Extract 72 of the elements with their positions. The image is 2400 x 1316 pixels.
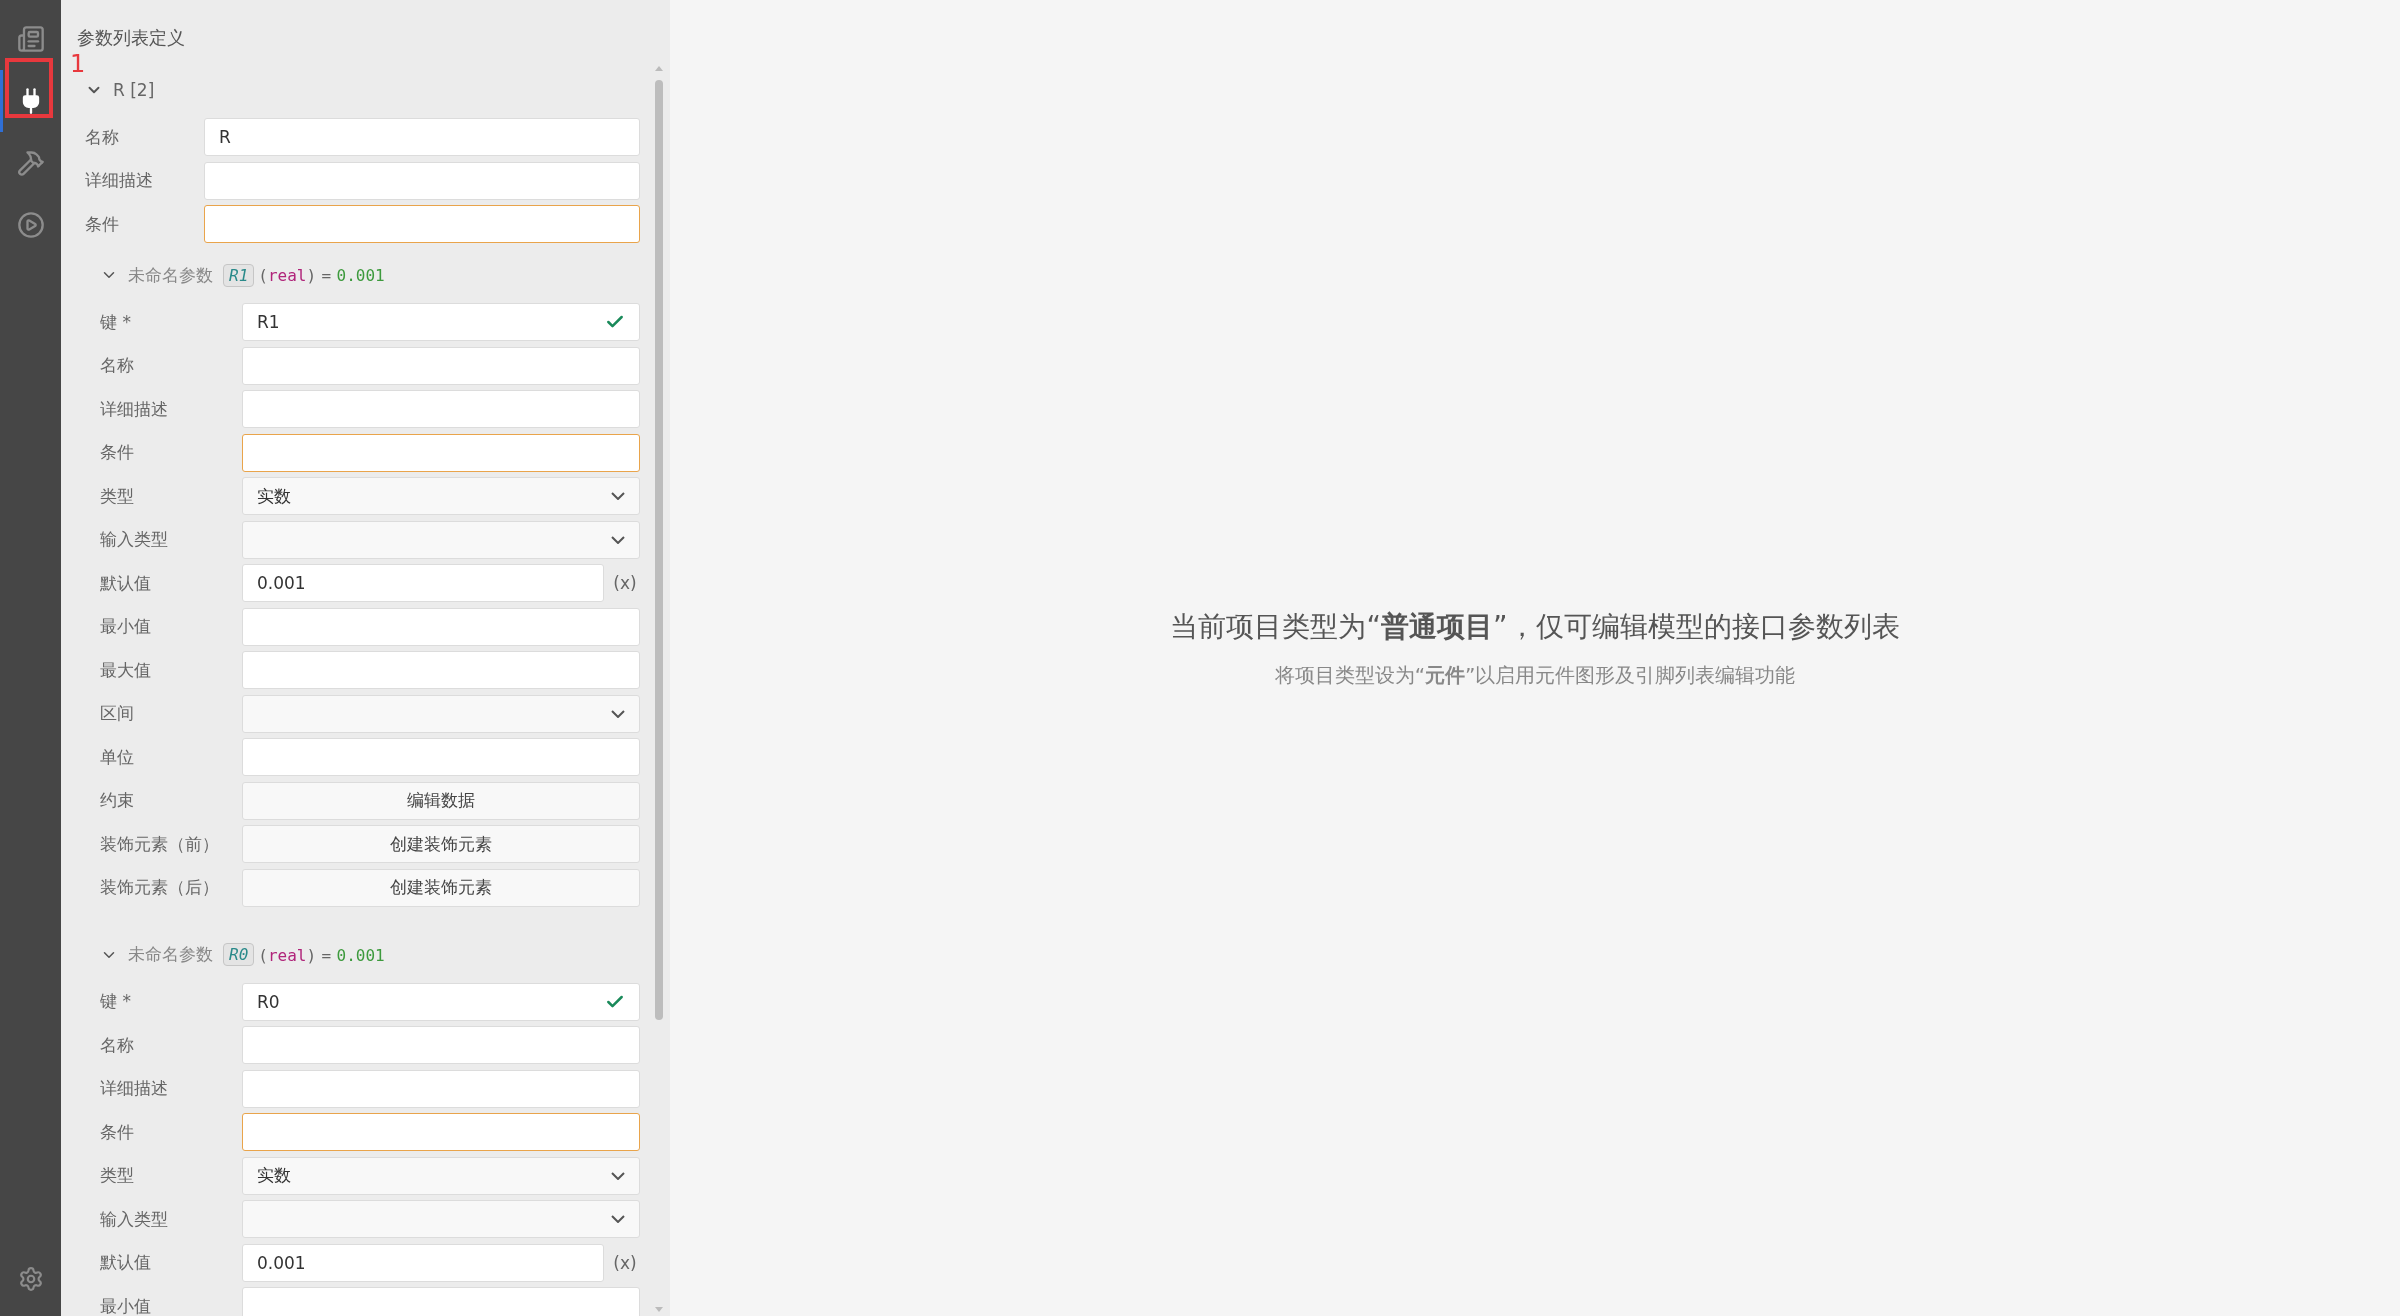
field-label: 区间 (100, 702, 135, 725)
input-field[interactable] (242, 390, 640, 428)
field-label: 类型 (100, 1164, 135, 1187)
field-label: 键 * (100, 310, 132, 334)
select-field[interactable] (242, 694, 640, 733)
type-signature: (real) = 0.001 (258, 944, 385, 965)
select-field[interactable]: 实数 (242, 477, 640, 515)
field-label: 类型 (100, 484, 135, 508)
parameter-title: 未命名参数 (128, 263, 213, 287)
action-button[interactable]: 创建装饰元素 (242, 868, 640, 907)
field-label: 条件 (100, 1120, 135, 1144)
chevron-down-icon (611, 535, 625, 544)
select-field[interactable] (242, 520, 640, 559)
input-field[interactable]: 0.001 (242, 564, 604, 602)
type-signature: (real) = 0.001 (258, 265, 385, 285)
chevron-down-icon (611, 709, 625, 718)
chevron-down-icon (611, 1215, 625, 1223)
select-field[interactable] (242, 1200, 640, 1238)
action-button[interactable]: 创建装饰元素 (242, 825, 640, 863)
input-field[interactable]: R0 (242, 982, 640, 1021)
expression-toggle[interactable]: (x) (610, 1252, 640, 1273)
input-field[interactable] (204, 161, 640, 200)
select-field[interactable]: 实数 (242, 1156, 640, 1195)
key-tag: R1 (223, 263, 255, 287)
settings-icon (17, 1266, 44, 1292)
field-label: 条件 (100, 441, 135, 464)
chevron-down-icon (611, 492, 625, 500)
input-field[interactable] (242, 738, 640, 776)
field-label: 名称 (100, 354, 135, 377)
field-label: 条件 (85, 212, 120, 236)
input-field[interactable] (242, 346, 640, 385)
field-label: 输入类型 (100, 528, 169, 551)
input-field[interactable]: 0.001 (242, 1243, 604, 1282)
input-field[interactable] (242, 1287, 640, 1316)
field-label: 名称 (100, 1033, 135, 1057)
input-field[interactable] (242, 1026, 640, 1064)
input-field[interactable] (242, 1069, 640, 1108)
play-icon (16, 211, 45, 239)
panel-title: 参数列表定义 (77, 26, 186, 50)
input-field[interactable] (204, 205, 640, 243)
field-label: 单位 (100, 745, 135, 769)
field-label: 最大值 (100, 658, 152, 682)
input-field[interactable] (242, 433, 640, 472)
field-label: 默认值 (100, 571, 152, 595)
field-label: 约束 (100, 789, 135, 812)
headline: 当前项目类型为“普通项目”，仅可编辑模型的接口参数列表 (1170, 608, 1900, 645)
input-field[interactable]: R (204, 118, 640, 156)
annotation-number: 1 (70, 50, 86, 78)
input-field[interactable] (242, 1113, 640, 1151)
action-button[interactable]: 编辑数据 (242, 781, 640, 820)
input-field[interactable] (242, 651, 640, 689)
field-label: 详细描述 (85, 169, 154, 192)
field-label: 详细描述 (100, 1077, 169, 1100)
input-field[interactable] (242, 607, 640, 646)
chevron-down-icon (611, 1171, 625, 1180)
field-label: 键 * (100, 990, 132, 1013)
field-label: 最小值 (100, 1294, 152, 1316)
field-label: 装饰元素（前） (100, 832, 220, 856)
field-label: 名称 (85, 125, 120, 149)
hint-text: 将项目类型设为“元件”以启用元件图形及引脚列表编辑功能 (1274, 661, 1796, 689)
field-label: 详细描述 (100, 397, 169, 421)
field-label: 最小值 (100, 615, 152, 638)
hammer-icon (16, 149, 45, 177)
expression-toggle[interactable]: (x) (610, 573, 640, 593)
field-label: 默认值 (100, 1251, 152, 1274)
highlight-frame (5, 58, 53, 118)
field-label: 装饰元素（后） (100, 876, 220, 899)
layout-icon (16, 25, 45, 53)
key-tag: R0 (223, 943, 255, 966)
parameter-title: 未命名参数 (128, 943, 213, 966)
input-field[interactable]: R1 (242, 303, 640, 341)
field-label: 输入类型 (100, 1207, 169, 1231)
